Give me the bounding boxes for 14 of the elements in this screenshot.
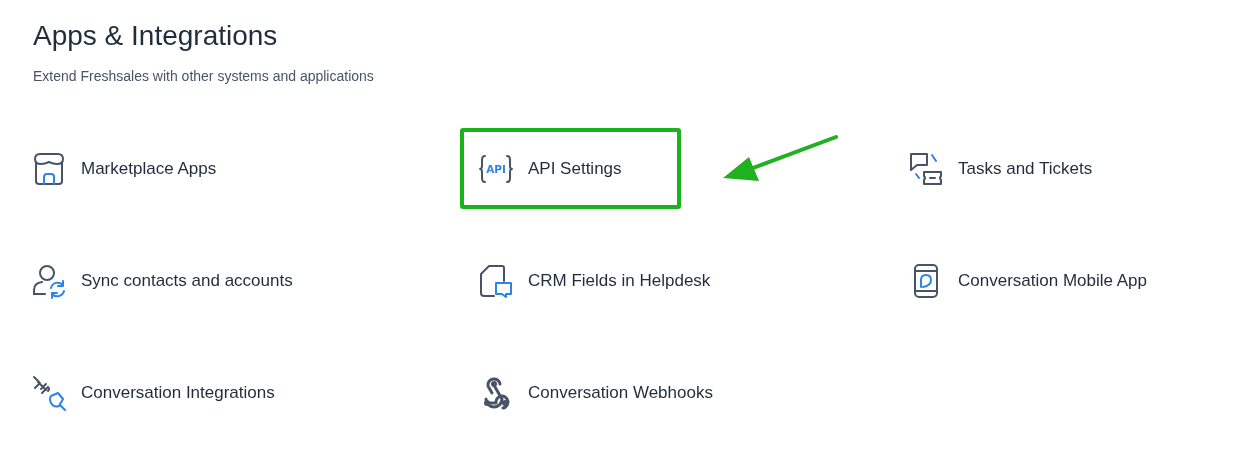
integration-link[interactable]: Tasks and Tickets bbox=[900, 128, 1111, 209]
integration-link[interactable]: Marketplace Apps bbox=[23, 128, 235, 209]
integration-link[interactable]: API API Settings bbox=[460, 128, 681, 209]
store-icon bbox=[31, 150, 67, 187]
page-subtitle: Extend Freshsales with other systems and applications bbox=[33, 68, 375, 84]
user-sync-icon bbox=[31, 262, 67, 299]
integration-link[interactable]: Conversation Webhooks bbox=[460, 352, 731, 433]
chat-ticket-icon bbox=[908, 150, 944, 187]
page-title: Apps & Integrations bbox=[33, 19, 279, 53]
integration-link[interactable]: Conversation Mobile App bbox=[900, 240, 1165, 321]
integration-link[interactable]: Sync contacts and accounts bbox=[23, 240, 311, 321]
document-chat-icon bbox=[478, 262, 514, 299]
integration-link[interactable]: Conversation Integrations bbox=[23, 352, 293, 433]
integration-link[interactable]: CRM Fields in Helpdesk bbox=[460, 240, 729, 321]
